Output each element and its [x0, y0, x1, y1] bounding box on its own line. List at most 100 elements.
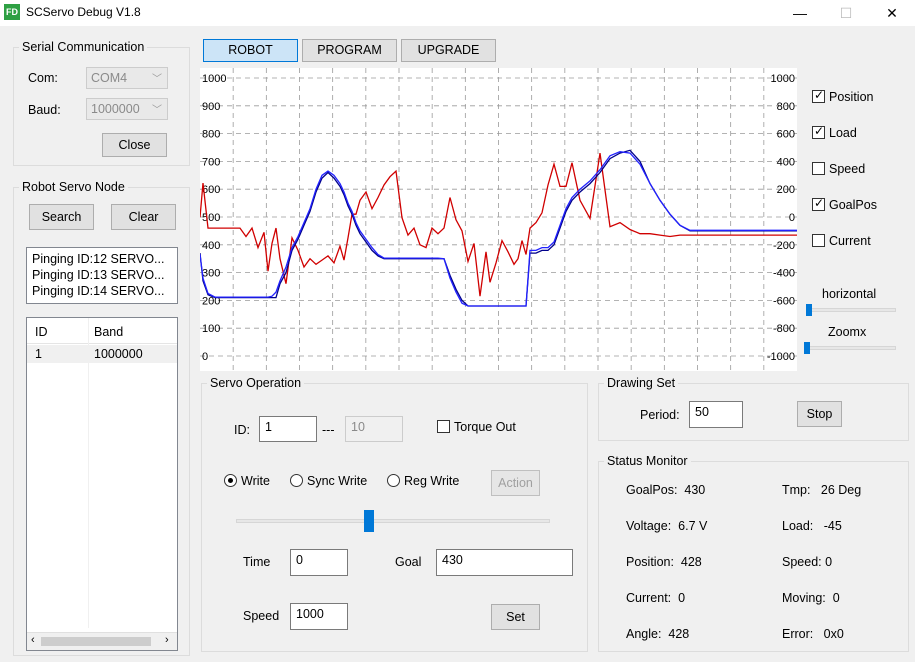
status-value: 430	[684, 483, 706, 497]
drawing-set-title: Drawing Set	[604, 376, 679, 390]
horizontal-slider-label: horizontal	[822, 287, 877, 301]
y-right-tick-label: 200	[777, 184, 795, 196]
clear-button[interactable]: Clear	[111, 204, 176, 230]
legend-current-label: Current	[829, 234, 871, 248]
y-left-tick-label: 700	[202, 156, 220, 168]
chart-plot: 0 100 200 300 400 500 600 700 800 900 1000 -1000 -80…	[199, 68, 797, 371]
legend-goalpos-checkbox[interactable]: GoalPos	[812, 196, 877, 212]
position-slider-track[interactable]	[236, 519, 550, 523]
servo-table[interactable]: ID Band 1 1000000 ‹ ›	[26, 317, 178, 651]
radio-selected-icon	[224, 474, 237, 487]
set-button[interactable]: Set	[491, 604, 540, 630]
y-left-tick-label: 900	[202, 101, 220, 113]
close-port-button[interactable]: Close	[102, 133, 167, 157]
log-line: Pinging ID:14 SERVO...	[32, 284, 165, 298]
window-title: SCServo Debug V1.8	[26, 5, 141, 19]
status-tmp: Tmp: 26 Deg	[782, 483, 861, 497]
status-label: Position:	[626, 555, 674, 569]
id-input[interactable]: 1	[259, 416, 317, 442]
period-input[interactable]: 50	[689, 401, 743, 428]
range-end-input[interactable]: 10	[345, 416, 403, 442]
y-right-tick-label: 400	[777, 156, 795, 168]
status-label: Voltage:	[626, 519, 672, 533]
status-goalpos: GoalPos: 430	[626, 483, 705, 497]
range-separator: ---	[322, 423, 335, 437]
torque-out-checkbox[interactable]: Torque Out	[437, 420, 516, 434]
status-value: 428	[668, 627, 690, 641]
reg-write-label: Reg Write	[404, 474, 460, 488]
zoomx-slider-thumb[interactable]	[804, 342, 810, 354]
y-left-tick-label: 0	[202, 351, 208, 363]
write-radio[interactable]: Write	[224, 474, 270, 488]
status-label: Tmp:	[782, 483, 811, 497]
id-label: ID:	[234, 423, 250, 437]
legend-speed-checkbox[interactable]: Speed	[812, 162, 865, 176]
app-icon: FD	[4, 4, 20, 20]
column-header-id[interactable]: ID	[35, 325, 48, 339]
scroll-left-icon[interactable]: ‹	[31, 634, 35, 646]
status-error: Error: 0x0	[782, 627, 844, 641]
status-label: GoalPos:	[626, 483, 678, 497]
scroll-thumb[interactable]	[41, 637, 151, 646]
time-label: Time	[243, 555, 271, 569]
status-value: 0	[825, 555, 833, 569]
time-input[interactable]: 0	[290, 549, 348, 576]
reg-write-radio[interactable]: Reg Write	[387, 474, 459, 488]
legend-speed-label: Speed	[829, 162, 866, 176]
status-speed: Speed: 0	[782, 555, 832, 569]
ping-log[interactable]: Pinging ID:12 SERVO... Pinging ID:13 SER…	[26, 247, 178, 304]
y-left-tick-label: 400	[202, 240, 220, 252]
horizontal-slider-thumb[interactable]	[806, 304, 812, 316]
legend-position-checkbox[interactable]: Position	[812, 88, 874, 104]
column-divider	[88, 318, 89, 628]
checkbox-icon	[437, 420, 450, 433]
tab-upgrade[interactable]: UPGRADE	[401, 39, 496, 62]
minimize-button[interactable]: —	[777, 0, 823, 26]
com-label: Com:	[28, 71, 58, 85]
status-monitor-title: Status Monitor	[604, 454, 691, 468]
legend-position-label: Position	[829, 90, 874, 104]
legend-load-checkbox[interactable]: Load	[812, 124, 857, 140]
radio-icon	[387, 474, 400, 487]
stop-button[interactable]: Stop	[797, 401, 842, 427]
baud-label: Baud:	[28, 103, 61, 117]
y-right-tick-label: 0	[789, 212, 795, 224]
status-label: Load:	[782, 519, 814, 533]
scroll-right-icon[interactable]: ›	[165, 634, 169, 646]
chevron-down-icon: ﹀	[152, 74, 162, 85]
sync-write-radio[interactable]: Sync Write	[290, 474, 367, 488]
status-value: 26 Deg	[820, 483, 862, 497]
speed-label: Speed	[243, 609, 280, 623]
row-id: 1	[35, 347, 42, 361]
zoomx-slider-track[interactable]	[806, 346, 896, 350]
search-button[interactable]: Search	[29, 204, 94, 230]
horizontal-scrollbar[interactable]: ‹ ›	[27, 632, 177, 650]
close-window-button[interactable]: ✕	[869, 0, 915, 26]
com-select[interactable]: COM4 ﹀	[86, 67, 168, 89]
y-left-tick-label: 300	[202, 268, 220, 280]
y-right-tick-label: 1000	[771, 73, 795, 85]
maximize-button[interactable]: ☐	[823, 0, 869, 26]
action-button[interactable]: Action	[491, 470, 540, 496]
table-row[interactable]: 1 1000000	[27, 345, 177, 363]
position-slider-thumb[interactable]	[364, 510, 374, 532]
column-header-band[interactable]: Band	[94, 325, 123, 339]
baud-select[interactable]: 1000000 ﹀	[86, 98, 168, 120]
status-value: 0	[678, 591, 686, 605]
radio-icon	[290, 474, 303, 487]
sync-write-label: Sync Write	[307, 474, 368, 488]
speed-input[interactable]: 1000	[290, 603, 348, 630]
table-header: ID Band	[27, 318, 177, 344]
horizontal-slider-track[interactable]	[806, 308, 896, 312]
servo-operation-title: Servo Operation	[207, 376, 305, 390]
period-label: Period:	[640, 408, 680, 422]
legend-goalpos-label: GoalPos	[829, 198, 877, 212]
goal-input[interactable]: 430	[436, 549, 573, 576]
status-label: Error:	[782, 627, 814, 641]
tab-robot[interactable]: ROBOT	[203, 39, 298, 62]
tab-program[interactable]: PROGRAM	[302, 39, 397, 62]
y-right-tick-label: -1000	[767, 351, 795, 363]
node-group-title: Robot Servo Node	[19, 180, 128, 194]
legend-current-checkbox[interactable]: Current	[812, 234, 871, 248]
status-moving: Moving: 0	[782, 591, 840, 605]
